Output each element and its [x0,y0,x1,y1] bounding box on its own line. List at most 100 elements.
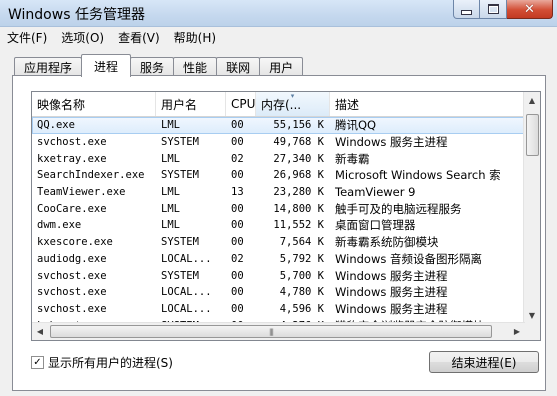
row-image-name: SearchIndexer.exe [37,169,145,182]
tab-strip: 应用程序 进程 服务 性能 联网 用户 [14,54,304,77]
row-description: Windows 服务主进程 [335,301,448,316]
tab-users[interactable]: 用户 [259,57,304,77]
row-memory: 26,968 K [273,169,324,182]
row-description: 桌面窗口管理器 [335,218,416,233]
row-memory: 5,792 K [279,252,324,265]
processes-panel: 映像名称 用户名 CPU ▾ 内存(... 描述 QQ.exe LML 00 55,1… [12,75,546,391]
column-image-name[interactable]: 映像名称 [32,92,156,116]
row-cpu: 00 [231,119,244,132]
horizontal-scroll-thumb[interactable]: ||| [50,325,492,338]
checkmark-icon: ✓ [33,356,42,368]
row-description: Windows 音频设备图形隔离 [335,251,482,266]
column-memory-label: 内存(... [261,97,302,112]
row-user-name: LOCAL... [161,252,212,265]
row-image-name: dwm.exe [37,219,82,232]
row-image-name: kxetray.exe [37,152,107,165]
table-row[interactable]: svchost.exe SYSTEM 00 5,700 K Windows 服务主进程 [32,267,525,284]
table-row[interactable]: kxescore.exe SYSTEM 00 7,564 K 新毒霸系统防御模块 [32,234,525,251]
tab-networking[interactable]: 联网 [216,57,261,77]
column-cpu[interactable]: CPU [226,92,256,116]
close-button[interactable]: ✕ [507,0,553,19]
row-image-name: TeamViewer.exe [37,186,126,199]
row-user-name: LML [161,119,180,132]
menu-bar: 文件(F) 选项(O) 查看(V) 帮助(H) [0,27,557,48]
scroll-up-icon[interactable]: ▲ [524,92,540,108]
row-description: 新毒霸系统防御模块 [335,235,439,250]
tab-applications[interactable]: 应用程序 [14,57,83,77]
window-controls: ✕ [453,0,553,20]
row-image-name: QQ.exe [37,119,75,132]
row-cpu: 00 [231,286,244,299]
row-user-name: LML [161,186,180,199]
row-cpu: 00 [231,236,244,249]
window-title: Windows 任务管理器 [8,7,145,23]
end-process-button[interactable]: 结束进程(E) [429,351,539,373]
table-row[interactable]: svchost.exe LOCAL... 00 4,596 K Windows 服务主进… [32,301,525,318]
show-all-users-toggle[interactable]: ✓ 显示所有用户的进程(S) [31,354,173,371]
table-row[interactable]: audiodg.exe LOCAL... 02 5,792 K Windows 音频设备… [32,251,525,268]
row-description: TeamViewer 9 [335,185,416,200]
show-all-users-label: 显示所有用户的进程(S) [48,356,173,370]
row-description: 新毒霸 [335,151,370,166]
row-memory: 23,280 K [273,186,324,199]
table-row[interactable]: kxetray.exe LML 02 27,340 K 新毒霸 [32,150,525,167]
row-cpu: 13 [231,186,244,199]
process-rows: QQ.exe LML 00 55,156 K 腾讯QQ svchost.exe SYSTEM… [32,117,525,334]
row-user-name: LOCAL... [161,302,212,315]
maximize-icon [487,4,499,14]
scroll-right-icon[interactable]: ▶ [509,323,525,339]
table-row[interactable]: QQ.exe LML 00 55,156 K 腾讯QQ [32,117,525,134]
scroll-left-icon[interactable]: ◀ [32,323,48,339]
row-cpu: 02 [231,152,244,165]
row-description: Microsoft Windows Search 索 [335,168,501,183]
row-memory: 55,156 K [273,119,324,132]
tab-processes[interactable]: 进程 [81,54,132,77]
row-description: Windows 服务主进程 [335,135,448,150]
row-user-name: LML [161,152,180,165]
menu-view[interactable]: 查看(V) [111,29,167,46]
maximize-button[interactable] [480,0,507,19]
vertical-scrollbar[interactable]: ▲ ▼ [523,92,540,323]
column-user-name[interactable]: 用户名 [156,92,226,116]
row-image-name: svchost.exe [37,269,107,282]
show-all-users-checkbox[interactable]: ✓ [31,356,44,369]
close-icon: ✕ [524,1,535,17]
table-row[interactable]: dwm.exe LML 00 11,552 K 桌面窗口管理器 [32,217,525,234]
column-description[interactable]: 描述 [330,92,525,116]
tab-services[interactable]: 服务 [130,57,175,77]
tab-performance[interactable]: 性能 [173,57,218,77]
table-row[interactable]: CooCare.exe LML 00 14,800 K 触手可及的电脑远程服务 [32,200,525,217]
row-memory: 4,780 K [279,286,324,299]
row-user-name: LML [161,219,180,232]
vertical-scroll-thumb[interactable] [526,114,539,156]
column-memory[interactable]: ▾ 内存(... [256,92,330,116]
scroll-down-icon[interactable]: ▼ [524,307,540,323]
row-user-name: SYSTEM [161,269,199,282]
row-user-name: SYSTEM [161,136,199,149]
row-cpu: 00 [231,219,244,232]
horizontal-scrollbar[interactable]: ◀ ||| ▶ [32,322,525,340]
menu-file[interactable]: 文件(F) [0,29,54,46]
row-image-name: kxescore.exe [37,236,113,249]
row-memory: 5,700 K [279,269,324,282]
row-description: 腾讯QQ [335,118,377,133]
row-cpu: 00 [231,302,244,315]
process-list[interactable]: 映像名称 用户名 CPU ▾ 内存(... 描述 QQ.exe LML 00 55,1… [31,91,541,341]
minimize-button[interactable] [453,0,480,19]
row-cpu: 00 [231,136,244,149]
row-description: Windows 服务主进程 [335,285,448,300]
title-bar[interactable]: Windows 任务管理器 ✕ [0,0,557,27]
table-row[interactable]: TeamViewer.exe LML 13 23,280 K TeamViewer 9 [32,184,525,201]
row-image-name: CooCare.exe [37,202,107,215]
menu-help[interactable]: 帮助(H) [167,29,223,46]
row-image-name: svchost.exe [37,136,107,149]
minimize-icon [461,9,472,15]
menu-options[interactable]: 选项(O) [54,29,111,46]
table-row[interactable]: svchost.exe LOCAL... 00 4,780 K Windows 服务主进… [32,284,525,301]
row-description: Windows 服务主进程 [335,268,448,283]
row-user-name: LML [161,202,180,215]
table-row[interactable]: svchost.exe SYSTEM 00 49,768 K Windows 服务主进程 [32,134,525,151]
row-image-name: svchost.exe [37,302,107,315]
row-image-name: audiodg.exe [37,252,107,265]
table-row[interactable]: SearchIndexer.exe SYSTEM 00 26,968 K Microso… [32,167,525,184]
